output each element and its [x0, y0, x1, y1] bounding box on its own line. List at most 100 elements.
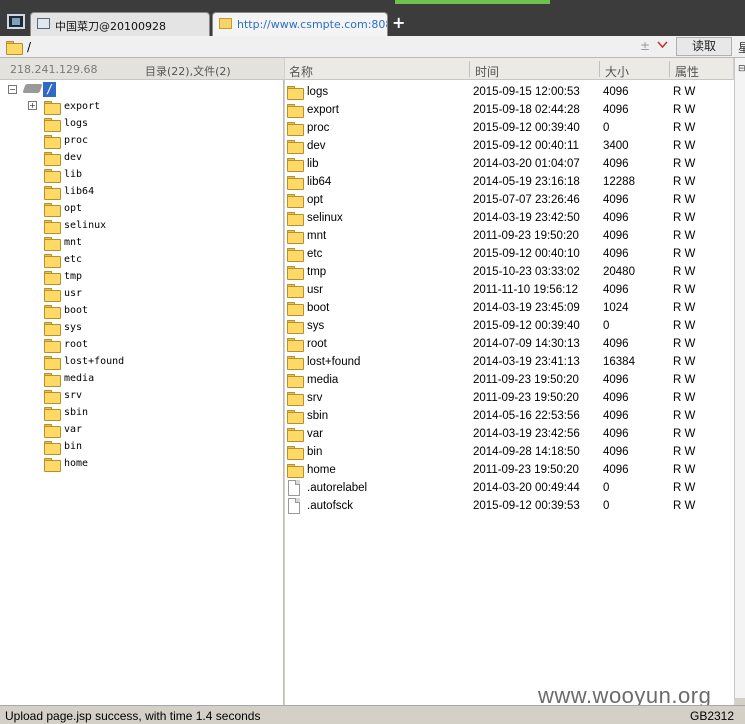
- file-name: lib: [307, 158, 319, 170]
- file-row[interactable]: lib 2014-03-20 01:04:07 4096 R W: [285, 155, 734, 173]
- file-row[interactable]: mnt 2011-09-23 19:50:20 4096 R W: [285, 227, 734, 245]
- folder-icon: [44, 135, 61, 149]
- file-name: usr: [307, 284, 323, 296]
- column-attr[interactable]: 属性: [675, 63, 699, 80]
- path-input[interactable]: /: [27, 40, 31, 54]
- tab-url[interactable]: http://www.csmpte.com:8080...: [212, 12, 388, 36]
- file-time: 2011-11-10 19:56:12: [473, 284, 579, 296]
- plus-minus-icon[interactable]: ±: [640, 39, 650, 53]
- file-row[interactable]: srv 2011-09-23 19:50:20 4096 R W: [285, 389, 734, 407]
- file-time: 2011-09-23 19:50:20: [473, 230, 579, 242]
- folder-icon: [44, 339, 61, 353]
- file-time: 2015-09-12 00:40:10: [473, 248, 580, 260]
- column-size[interactable]: 大小: [605, 63, 629, 80]
- file-row[interactable]: .autofsck 2015-09-12 00:39:53 0 R W: [285, 497, 734, 515]
- tree-item-label: selinux: [64, 220, 107, 231]
- file-time: 2015-09-12 00:40:11: [473, 140, 579, 152]
- file-row[interactable]: sbin 2014-05-16 22:53:56 4096 R W: [285, 407, 734, 425]
- file-attr: R W: [673, 176, 696, 188]
- tree-item-label: lost+found: [64, 356, 125, 367]
- file-name: var: [307, 428, 323, 440]
- file-size: 0: [603, 500, 610, 512]
- column-time[interactable]: 时间: [475, 63, 499, 80]
- app-window-icon[interactable]: [7, 14, 25, 29]
- file-row[interactable]: home 2011-09-23 19:50:20 4096 R W: [285, 461, 734, 479]
- column-divider[interactable]: [669, 61, 670, 77]
- expand-icon[interactable]: +: [28, 101, 37, 110]
- file-time: 2014-05-16 22:53:56: [473, 410, 580, 422]
- file-row[interactable]: opt 2015-07-07 23:26:46 4096 R W: [285, 191, 734, 209]
- file-name: home: [307, 464, 336, 476]
- side-panel-edge: ⊟: [734, 58, 745, 698]
- column-divider[interactable]: [469, 61, 470, 77]
- chevron-down-icon[interactable]: [657, 39, 668, 52]
- file-time: 2014-03-19 23:42:56: [473, 428, 580, 440]
- file-row[interactable]: export 2015-09-18 02:44:28 4096 R W: [285, 101, 734, 119]
- file-row[interactable]: usr 2011-11-10 19:56:12 4096 R W: [285, 281, 734, 299]
- folder-icon: [287, 302, 304, 316]
- collapse-icon[interactable]: ⊟: [738, 64, 745, 74]
- file-row[interactable]: media 2011-09-23 19:50:20 4096 R W: [285, 371, 734, 389]
- file-name: logs: [307, 86, 329, 98]
- tree-item-label: export: [64, 101, 101, 112]
- folder-icon: [287, 230, 304, 244]
- collapse-icon[interactable]: −: [8, 85, 17, 94]
- file-row[interactable]: etc 2015-09-12 00:40:10 4096 R W: [285, 245, 734, 263]
- file-size: 4096: [603, 392, 629, 404]
- file-name: sys: [307, 320, 325, 332]
- tree-root-label[interactable]: /: [43, 82, 57, 97]
- file-row[interactable]: lost+found 2014-03-19 23:41:13 16384 R W: [285, 353, 734, 371]
- tree-item-label: opt: [64, 203, 83, 214]
- file-size: 4096: [603, 464, 629, 476]
- folder-icon: [287, 122, 304, 136]
- tree-item-label: logs: [64, 118, 89, 129]
- file-size: 4096: [603, 428, 629, 440]
- folder-icon: [287, 158, 304, 172]
- read-button[interactable]: 读取: [676, 37, 732, 56]
- file-time: 2015-09-12 00:39:40: [473, 320, 580, 332]
- progress-strip: [395, 0, 550, 4]
- folder-icon: [287, 104, 304, 118]
- new-tab-button[interactable]: +: [392, 14, 405, 32]
- column-divider[interactable]: [599, 61, 600, 77]
- encoding-indicator[interactable]: GB2312: [690, 709, 734, 723]
- folder-icon: [44, 373, 61, 387]
- file-row[interactable]: logs 2015-09-15 12:00:53 4096 R W: [285, 83, 734, 101]
- tree-item-label: mnt: [64, 237, 83, 248]
- file-row[interactable]: .autorelabel 2014-03-20 00:49:44 0 R W: [285, 479, 734, 497]
- file-row[interactable]: lib64 2014-05-19 23:16:18 12288 R W: [285, 173, 734, 191]
- ip-address: 218.241.129.68: [10, 63, 98, 76]
- file-attr: R W: [673, 266, 696, 278]
- file-size: 4096: [603, 212, 629, 224]
- folder-icon: [287, 392, 304, 406]
- tab-label: 中国菜刀@20100928: [55, 20, 166, 33]
- folder-icon: [44, 118, 61, 132]
- file-attr: R W: [673, 338, 696, 350]
- file-row[interactable]: tmp 2015-10-23 03:33:02 20480 R W: [285, 263, 734, 281]
- file-size: 1024: [603, 302, 629, 314]
- file-attr: R W: [673, 302, 696, 314]
- column-name[interactable]: 名称: [289, 63, 313, 80]
- file-icon: [288, 480, 300, 496]
- file-row[interactable]: root 2014-07-09 14:30:13 4096 R W: [285, 335, 734, 353]
- file-row[interactable]: selinux 2014-03-19 23:42:50 4096 R W: [285, 209, 734, 227]
- file-row[interactable]: bin 2014-09-28 14:18:50 4096 R W: [285, 443, 734, 461]
- file-name: boot: [307, 302, 330, 314]
- folder-icon: [44, 203, 61, 217]
- address-bar: / ± 读取 星: [0, 36, 745, 58]
- file-row[interactable]: proc 2015-09-12 00:39:40 0 R W: [285, 119, 734, 137]
- file-attr: R W: [673, 500, 696, 512]
- folder-icon: [44, 322, 61, 336]
- file-row[interactable]: boot 2014-03-19 23:45:09 1024 R W: [285, 299, 734, 317]
- file-row[interactable]: sys 2015-09-12 00:39:40 0 R W: [285, 317, 734, 335]
- folder-icon: [287, 446, 304, 460]
- tab-caidao[interactable]: 中国菜刀@20100928: [30, 12, 210, 36]
- dir-file-counts: 目录(22),文件(2): [145, 65, 231, 78]
- file-row[interactable]: var 2014-03-19 23:42:56 4096 R W: [285, 425, 734, 443]
- file-name: lib64: [307, 176, 332, 188]
- file-size: 4096: [603, 410, 629, 422]
- file-row[interactable]: dev 2015-09-12 00:40:11 3400 R W: [285, 137, 734, 155]
- file-attr: R W: [673, 86, 696, 98]
- folder-icon: [287, 248, 304, 262]
- file-attr: R W: [673, 320, 696, 332]
